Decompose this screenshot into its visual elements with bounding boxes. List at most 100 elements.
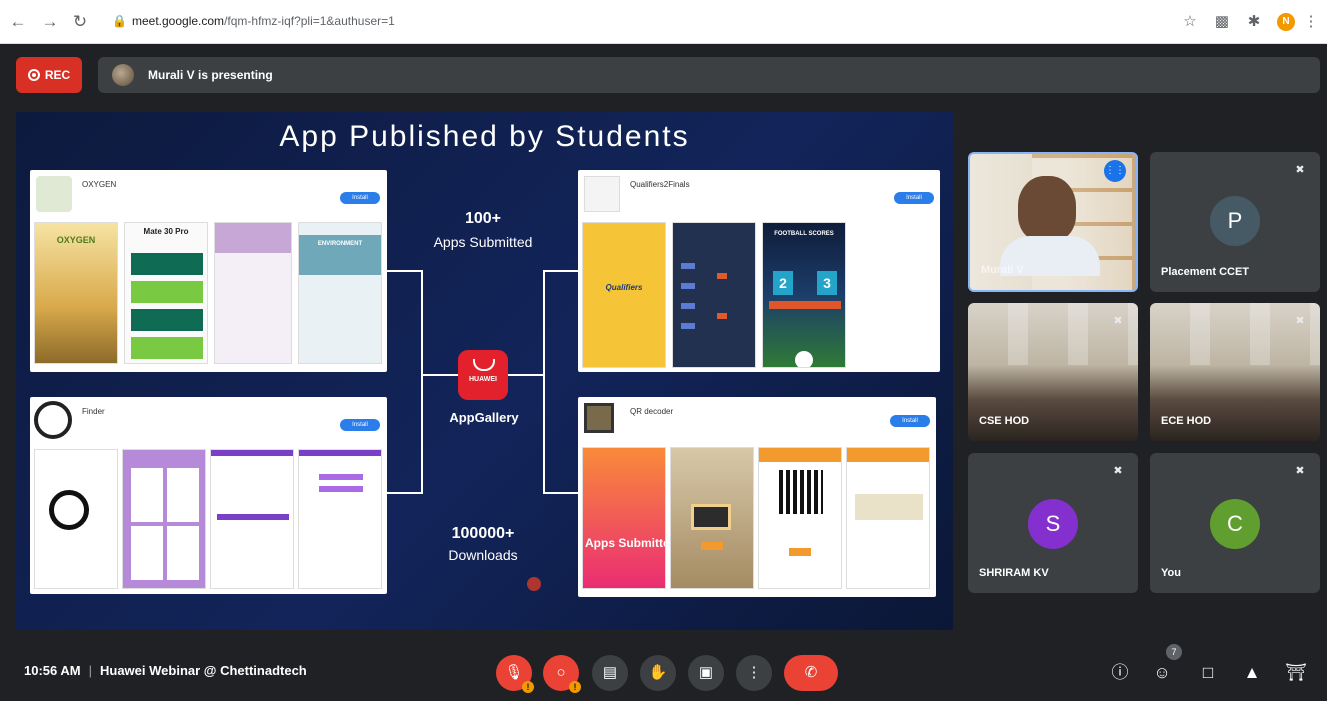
screenshot <box>34 449 118 589</box>
warning-badge-icon: ! <box>522 681 534 693</box>
app-name: QR decoder <box>630 407 674 416</box>
connector-line <box>543 270 578 272</box>
participant-video <box>1018 176 1076 242</box>
participant-tile-murali[interactable]: ⋮⋮ Murali V <box>968 152 1138 292</box>
apps-count: 100+ <box>464 210 502 227</box>
app-icon <box>584 403 614 433</box>
recording-indicator: REC <box>16 57 82 93</box>
connector-line <box>421 270 423 494</box>
speaking-indicator-icon: ⋮⋮ <box>1104 160 1126 182</box>
connector-line <box>387 492 423 494</box>
more-options-icon[interactable]: ⋮ <box>1301 12 1321 32</box>
slide-title: App Published by Students <box>279 120 690 153</box>
app-card-qualifiers2finals: Qualifiers2Finals Install Qualifiers FOO… <box>578 170 940 372</box>
host-controls-icon[interactable]: ⛩ <box>1284 661 1308 685</box>
url-text: meet.google.com/fqm-hfmz-iqf?pli=1&authu… <box>132 14 395 28</box>
app-card-oxygen: OXYGEN Install OXYGEN Mate 30 Pro ENVIRO… <box>30 170 387 372</box>
screenshot <box>298 449 382 589</box>
appgallery-label: AppGallery <box>449 410 519 425</box>
huawei-logo: HUAWEI <box>458 350 508 400</box>
app-card-finder: Finder Install <box>30 397 387 594</box>
participant-count-badge: 7 <box>1166 644 1182 660</box>
participant-avatar: P <box>1210 196 1260 246</box>
apps-label: Apps Submitted <box>433 234 533 250</box>
participant-name: SHRIRAM KV <box>979 567 1049 579</box>
microphone-off-button[interactable]: 🎙! <box>496 655 534 693</box>
participant-tile-you[interactable]: ✖ C You <box>1150 453 1320 593</box>
profile-avatar[interactable]: N <box>1277 13 1295 31</box>
extensions-puzzle-icon[interactable]: ✱ <box>1244 12 1264 32</box>
connector-line <box>543 270 545 494</box>
browser-toolbar: ← → ↻ 🔒 meet.google.com/fqm-hfmz-iqf?pli… <box>0 0 1327 44</box>
back-icon[interactable]: ← <box>8 12 28 32</box>
participant-name: ECE HOD <box>1161 415 1212 427</box>
raise-hand-button[interactable]: ✋ <box>640 655 676 691</box>
reload-icon[interactable]: ↻ <box>70 12 90 32</box>
screenshot: Mate 30 Pro <box>124 222 208 364</box>
screenshot <box>210 449 294 589</box>
screenshot <box>672 222 756 368</box>
participant-avatar: S <box>1028 499 1078 549</box>
presenter-avatar <box>112 64 134 86</box>
screenshot <box>214 222 292 364</box>
captions-button[interactable]: ▤ <box>592 655 628 691</box>
connector-line <box>543 492 578 494</box>
downloads-label: Downloads <box>448 547 518 563</box>
record-icon <box>27 69 40 81</box>
participant-name: Murali V <box>981 264 1024 276</box>
mic-off-icon: ✖ <box>1113 315 1123 327</box>
participant-name: Placement CCET <box>1161 266 1250 278</box>
forward-icon[interactable]: → <box>40 12 60 32</box>
install-button: Install <box>894 192 934 204</box>
connector-line <box>387 270 423 272</box>
extension-icon[interactable]: ▩ <box>1212 12 1232 32</box>
participant-tile-placement[interactable]: ✖ P Placement CCET <box>1150 152 1320 292</box>
meeting-time: 10:56 AM <box>24 663 81 678</box>
leave-call-button[interactable]: ✆ <box>784 655 838 691</box>
address-bar[interactable]: 🔒 meet.google.com/fqm-hfmz-iqf?pli=1&aut… <box>104 9 1204 35</box>
lock-icon: 🔒 <box>112 14 127 28</box>
app-icon <box>584 176 620 212</box>
participant-tile-cse-hod[interactable]: ✖ CSE HOD <box>968 303 1138 441</box>
mic-off-icon: ✖ <box>1295 315 1305 327</box>
camera-off-button[interactable]: ○! <box>543 655 581 693</box>
rec-label: REC <box>44 68 71 82</box>
participant-name: You <box>1161 567 1181 579</box>
mic-off-icon: ✖ <box>1295 465 1305 477</box>
app-name: Qualifiers2Finals <box>630 180 690 189</box>
screenshot <box>670 447 754 589</box>
connector-line <box>423 374 458 376</box>
bookmark-star-icon[interactable]: ☆ <box>1180 12 1200 32</box>
present-screen-button[interactable]: ▣ <box>688 655 724 691</box>
screenshot: ENVIRONMENT <box>298 222 382 364</box>
participant-tile-ece-hod[interactable]: ✖ ECE HOD <box>1150 303 1320 441</box>
screenshot <box>846 447 930 589</box>
screenshot: Qualifiers <box>582 222 666 368</box>
meeting-name: Huawei Webinar @ Chettinadtech <box>100 663 307 678</box>
meeting-details: 10:56 AM | Huawei Webinar @ Chettinadtech <box>24 663 307 678</box>
participant-name: CSE HOD <box>979 415 1030 427</box>
activities-icon[interactable]: ▲ <box>1240 661 1264 685</box>
app-card-qr-decoder: QR decoder Install Apps Submitted <box>578 397 936 597</box>
more-options-button[interactable]: ⋮ <box>736 655 772 691</box>
mic-off-icon: ✖ <box>1113 465 1123 477</box>
screenshot: FOOTBALL SCORES 2 3 <box>762 222 846 368</box>
downloads-count: 100000+ <box>451 525 515 542</box>
screenshot <box>122 449 206 589</box>
app-icon <box>36 176 72 212</box>
meeting-info-icon[interactable]: ⓘ <box>1108 661 1132 685</box>
presented-slide: App Published by Students OXYGEN Install… <box>16 112 953 630</box>
participant-tile-shriram[interactable]: ✖ S SHRIRAM KV <box>968 453 1138 593</box>
presenting-text: Murali V is presenting <box>148 68 273 82</box>
screenshot: Apps Submitted <box>582 447 666 589</box>
participant-avatar: C <box>1210 499 1260 549</box>
connector-line <box>508 374 544 376</box>
app-name: Finder <box>82 407 105 416</box>
install-button: Install <box>890 415 930 427</box>
chat-icon[interactable]: □ <box>1196 661 1220 685</box>
magnifier-app-icon <box>34 401 72 439</box>
presentation-banner: Murali V is presenting <box>98 57 1320 93</box>
people-icon[interactable]: ☺ <box>1150 661 1174 685</box>
screenshot: OXYGEN <box>34 222 118 364</box>
mic-off-icon: ✖ <box>1295 164 1305 176</box>
